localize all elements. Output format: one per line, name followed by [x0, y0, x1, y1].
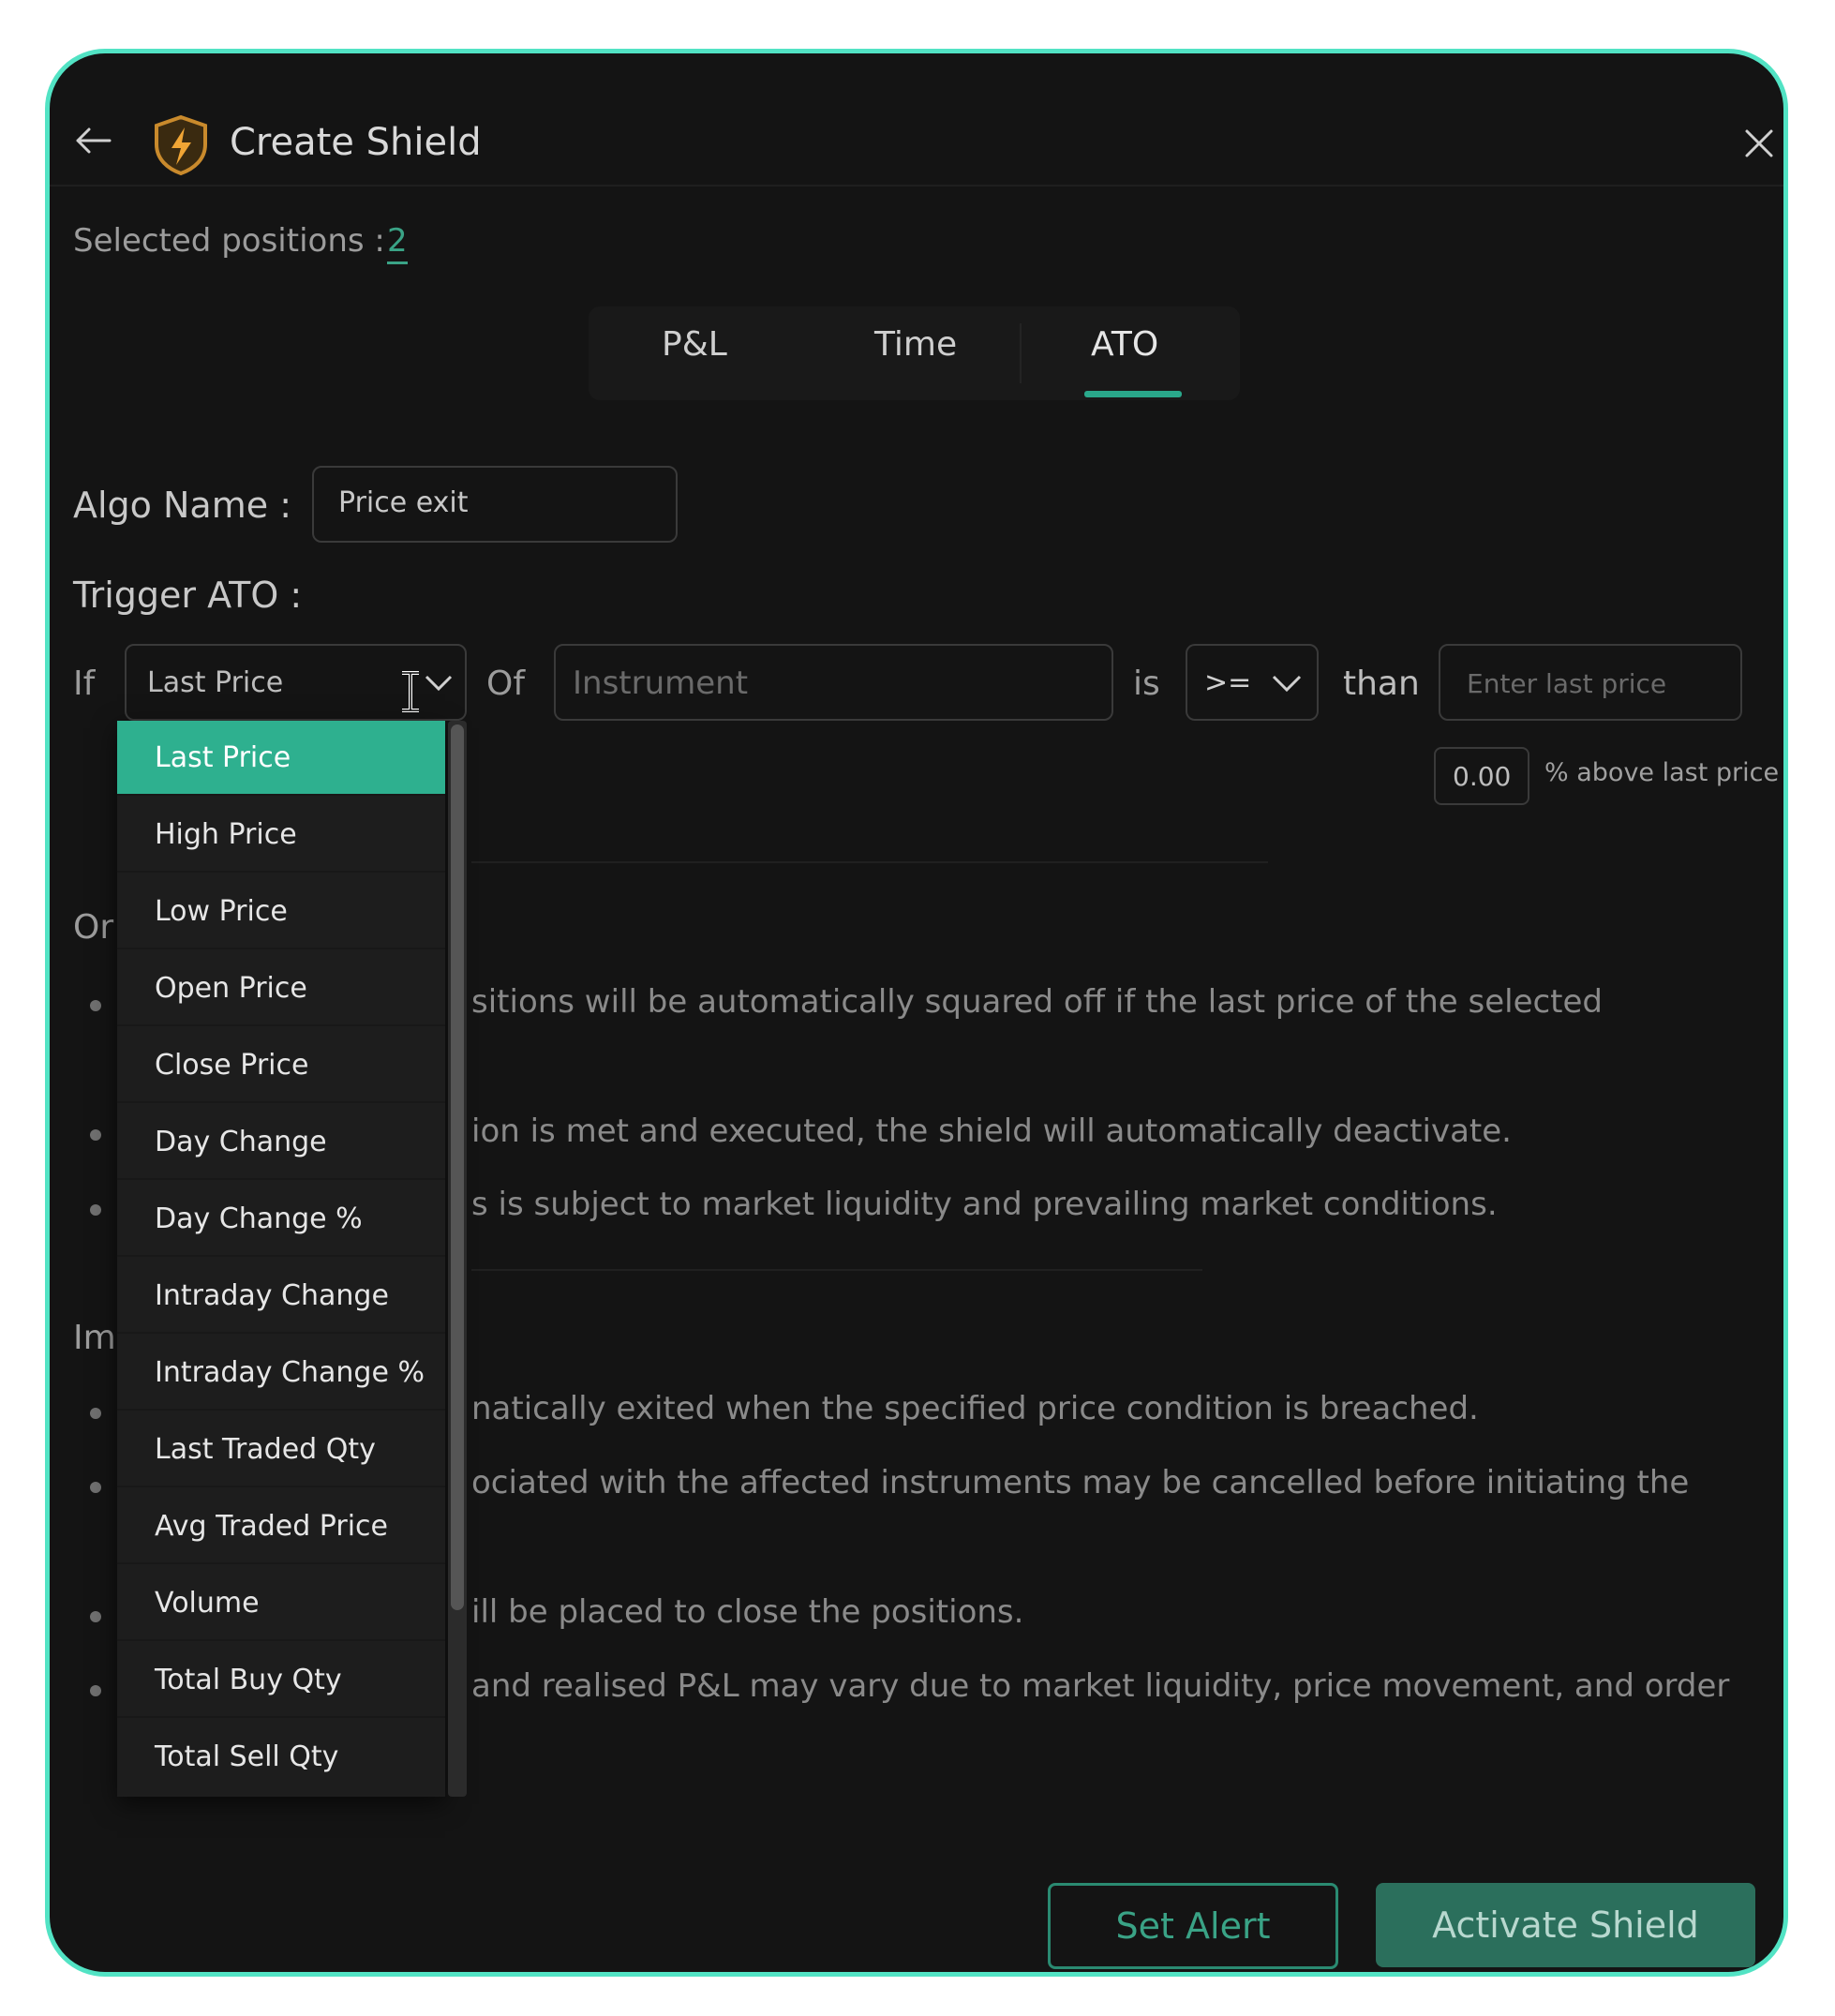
dropdown-option-close-price[interactable]: Close Price	[117, 1028, 445, 1103]
price-field-dropdown: Last Price High Price Low Price Open Pri…	[117, 721, 445, 1797]
bullet	[90, 1129, 101, 1141]
bullet	[90, 1204, 101, 1216]
bullet	[90, 1408, 101, 1419]
instrument-input[interactable]: Instrument	[554, 644, 1113, 721]
dropdown-option-volume[interactable]: Volume	[117, 1566, 445, 1641]
percent-value: 0.00	[1453, 761, 1512, 792]
tab-bar: P&L Time ATO	[589, 306, 1240, 400]
tab-pnl[interactable]: P&L	[662, 325, 727, 364]
section-divider	[471, 1269, 1202, 1271]
price-field-value: Last Price	[147, 666, 284, 699]
dialog-title: Create Shield	[230, 121, 482, 164]
dropdown-scrollbar-thumb[interactable]	[451, 724, 464, 1610]
last-price-placeholder: Enter last price	[1467, 668, 1667, 699]
dropdown-option-intraday-change-pct[interactable]: Intraday Change %	[117, 1336, 445, 1411]
selected-positions-label: Selected positions :	[73, 222, 385, 260]
info-line: sitions will be automatically squared of…	[471, 983, 1604, 1021]
close-icon[interactable]	[1744, 128, 1774, 158]
tab-time[interactable]: Time	[874, 325, 957, 364]
chevron-down-icon	[425, 675, 453, 692]
create-shield-dialog: Create Shield Selected positions : 2 P&L…	[45, 49, 1788, 1977]
dropdown-option-last-traded-qty[interactable]: Last Traded Qty	[117, 1412, 445, 1487]
info-line: s is subject to market liquidity and pre…	[471, 1186, 1498, 1223]
section-heading: Or	[73, 908, 114, 947]
back-arrow-icon[interactable]	[74, 127, 112, 155]
percent-input[interactable]: 0.00	[1434, 747, 1529, 805]
info-line: ociated with the affected instruments ma…	[471, 1464, 1690, 1501]
trigger-ato-label: Trigger ATO :	[73, 575, 303, 616]
algo-name-input[interactable]: Price exit	[312, 466, 678, 543]
dropdown-option-high-price[interactable]: High Price	[117, 798, 445, 873]
tab-separator	[1020, 323, 1022, 383]
info-line: natically exited when the specified pric…	[471, 1390, 1479, 1427]
activate-shield-button[interactable]: Activate Shield	[1376, 1883, 1755, 1967]
percent-above-label: % above last price	[1544, 758, 1780, 787]
dropdown-option-low-price[interactable]: Low Price	[117, 874, 445, 949]
dropdown-option-total-buy-qty[interactable]: Total Buy Qty	[117, 1643, 445, 1718]
than-label: than	[1343, 665, 1420, 703]
active-tab-indicator	[1084, 391, 1182, 397]
operator-select[interactable]: >=	[1186, 644, 1319, 721]
tab-ato[interactable]: ATO	[1091, 325, 1158, 364]
text-cursor-icon	[402, 671, 419, 712]
shield-lightning-icon	[155, 114, 207, 176]
dropdown-option-day-change-pct[interactable]: Day Change %	[117, 1182, 445, 1257]
section-heading: Im	[73, 1319, 116, 1357]
header-divider	[50, 185, 1783, 187]
price-field-select[interactable]: Last Price	[125, 644, 467, 721]
section-divider	[471, 861, 1268, 863]
is-label: is	[1133, 665, 1160, 703]
bullet	[90, 1482, 101, 1493]
bullet	[90, 1685, 101, 1696]
dropdown-option-intraday-change[interactable]: Intraday Change	[117, 1259, 445, 1334]
dropdown-option-open-price[interactable]: Open Price	[117, 951, 445, 1026]
info-line: ion is met and executed, the shield will…	[471, 1113, 1512, 1150]
operator-value: >=	[1204, 666, 1252, 699]
dropdown-option-last-price[interactable]: Last Price	[117, 721, 445, 796]
algo-name-value: Price exit	[338, 486, 469, 519]
bullet	[90, 1000, 101, 1011]
dropdown-option-total-sell-qty[interactable]: Total Sell Qty	[117, 1720, 445, 1795]
instrument-placeholder: Instrument	[573, 665, 749, 702]
algo-name-label: Algo Name :	[73, 485, 291, 526]
info-line: and realised P&L may vary due to market …	[471, 1667, 1730, 1705]
chevron-down-icon	[1272, 675, 1302, 693]
selected-positions-count[interactable]: 2	[387, 222, 408, 264]
if-label: If	[73, 665, 96, 703]
set-alert-button[interactable]: Set Alert	[1048, 1883, 1338, 1969]
last-price-input[interactable]: Enter last price	[1439, 644, 1742, 721]
dropdown-option-avg-traded-price[interactable]: Avg Traded Price	[117, 1489, 445, 1564]
of-label: Of	[486, 665, 526, 703]
dropdown-option-day-change[interactable]: Day Change	[117, 1105, 445, 1180]
info-line: ill be placed to close the positions.	[471, 1593, 1024, 1631]
bullet	[90, 1611, 101, 1622]
